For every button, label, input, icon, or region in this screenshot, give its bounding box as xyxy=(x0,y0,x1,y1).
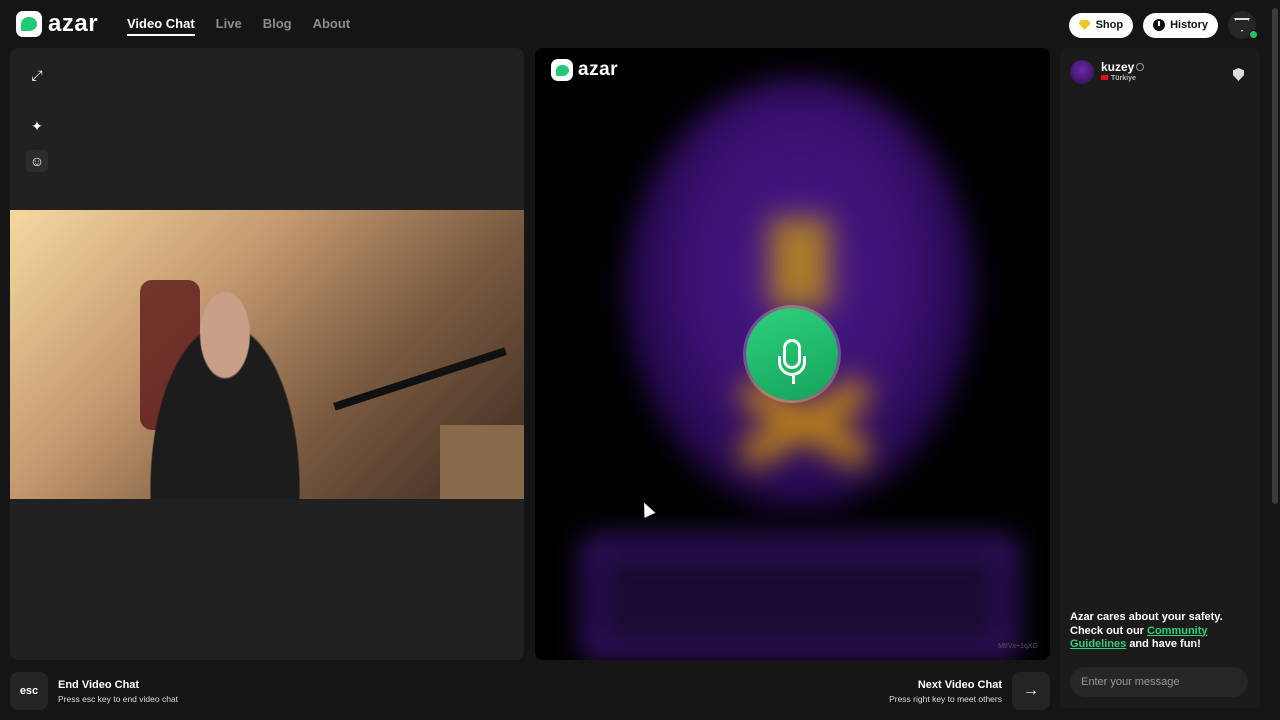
nav-live[interactable]: Live xyxy=(216,16,242,36)
verified-icon xyxy=(1136,63,1145,71)
peer-avatar xyxy=(1070,60,1094,84)
chat-panel: kuzey Türkiye Azar cares about your safe… xyxy=(1060,48,1260,708)
azar-logo-icon xyxy=(16,11,42,37)
shop-label: Shop xyxy=(1095,19,1124,31)
message-input[interactable] xyxy=(1070,667,1248,697)
peer-info[interactable]: kuzey Türkiye xyxy=(1070,60,1145,84)
remote-watermark: azar xyxy=(551,59,618,81)
nav-video-chat[interactable]: Video Chat xyxy=(127,16,195,36)
history-button[interactable]: History xyxy=(1143,12,1218,38)
next-chat-hint: Press right key to meet others xyxy=(889,693,1002,704)
main-nav: Video Chat Live Blog About xyxy=(127,16,350,36)
self-camera-feed xyxy=(10,210,524,499)
nav-about[interactable]: About xyxy=(313,16,351,36)
next-chat-title: Next Video Chat xyxy=(917,678,1002,691)
next-arrow-icon[interactable]: → xyxy=(1012,672,1050,710)
self-video-panel: ⤢ ✦ ☺ xyxy=(10,48,524,660)
session-id: MtIVx+1qXG xyxy=(998,643,1038,650)
shop-button[interactable]: Shop xyxy=(1068,12,1134,38)
sticker-icon: ☺ xyxy=(29,153,45,169)
end-chat-control[interactable]: esc End Video Chat Press esc key to end … xyxy=(10,672,178,710)
top-bar: azar Video Chat Live Blog About Shop His… xyxy=(0,0,1280,48)
microphone-icon xyxy=(778,339,806,384)
clock-icon xyxy=(1153,19,1166,31)
sparkle-effects-icon: ✦ xyxy=(31,117,43,134)
page-scrollbar[interactable] xyxy=(1272,8,1278,504)
next-chat-control[interactable]: Next Video Chat Press right key to meet … xyxy=(889,672,1050,710)
peer-name: kuzey xyxy=(1101,60,1145,74)
profile-avatar-button[interactable] xyxy=(1228,11,1258,39)
microphone-button[interactable] xyxy=(746,308,838,400)
remote-video-panel: azar MtIVx+1qXG xyxy=(535,48,1050,660)
safety-notice: Azar cares about your safety. Check out … xyxy=(1070,611,1223,650)
peer-country: Türkiye xyxy=(1101,75,1144,82)
history-label: History xyxy=(1170,19,1208,31)
profile-avatar-icon xyxy=(1234,18,1250,32)
nav-blog[interactable]: Blog xyxy=(263,16,292,36)
end-chat-hint: Press esc key to end video chat xyxy=(58,693,179,704)
logo-text: azar xyxy=(48,10,99,37)
azar-logo-icon xyxy=(551,59,573,81)
expand-button[interactable]: ⤢ xyxy=(26,64,48,86)
sticker-button[interactable]: ☺ xyxy=(26,150,48,172)
gem-icon xyxy=(1078,20,1091,30)
online-status-dot xyxy=(1249,30,1258,39)
turkey-flag-icon xyxy=(1101,75,1108,80)
expand-icon: ⤢ xyxy=(31,66,43,83)
report-shield-icon[interactable] xyxy=(1233,68,1244,81)
esc-key-button[interactable]: esc xyxy=(10,672,48,710)
end-chat-title: End Video Chat xyxy=(58,678,140,691)
header-actions: Shop History xyxy=(1068,11,1258,39)
effects-button[interactable]: ✦ xyxy=(26,115,48,137)
azar-logo[interactable]: azar xyxy=(16,10,98,38)
